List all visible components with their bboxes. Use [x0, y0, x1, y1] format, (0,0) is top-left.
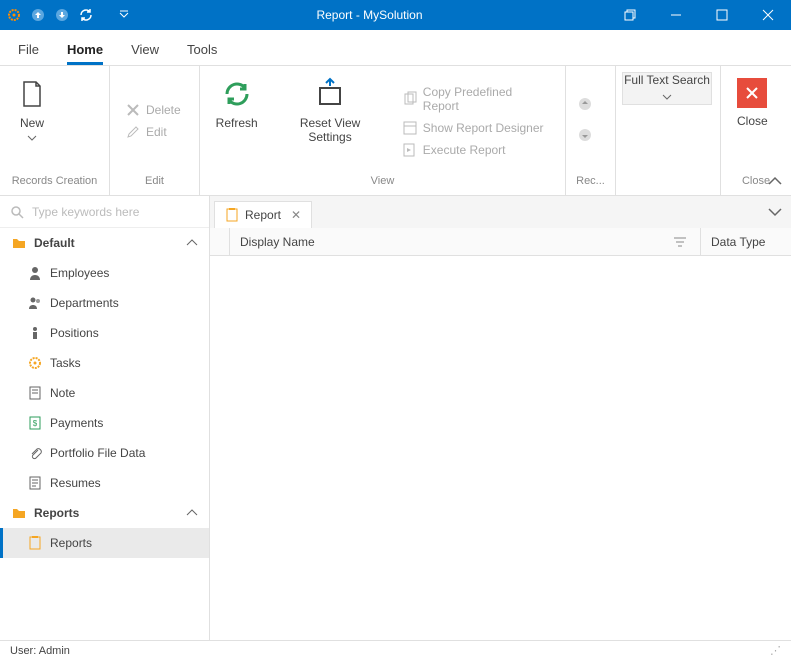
title-bar: Report - MySolution: [0, 0, 791, 30]
search-placeholder: Type keywords here: [32, 205, 139, 219]
menu-tools[interactable]: Tools: [187, 42, 217, 65]
menu-home[interactable]: Home: [67, 42, 103, 65]
copy-predefined-button[interactable]: Copy Predefined Report: [399, 83, 553, 115]
execute-icon: [403, 143, 417, 157]
up-arrow-icon[interactable]: [30, 7, 46, 23]
refresh-button[interactable]: Refresh: [206, 72, 267, 169]
designer-icon: [403, 121, 417, 135]
nav-group-default[interactable]: Default: [0, 228, 209, 258]
down-arrow-icon[interactable]: [54, 7, 70, 23]
records-creation-label: Records Creation: [0, 175, 109, 195]
window-controls: [607, 0, 791, 30]
people-icon: [28, 296, 42, 310]
nav-next-icon[interactable]: [578, 128, 592, 145]
qat-dropdown-icon[interactable]: [116, 7, 132, 23]
chevron-up-icon: [187, 240, 197, 246]
tab-strip: Report ✕: [210, 196, 791, 228]
person-icon: [28, 266, 42, 280]
report-icon: [28, 536, 42, 550]
reset-icon: [314, 78, 346, 110]
document-icon: [16, 78, 48, 110]
column-headers: Display Name Data Type: [210, 228, 791, 256]
pencil-icon: [126, 125, 140, 139]
refresh-icon[interactable]: [78, 7, 94, 23]
close-icon: [737, 78, 767, 108]
search-box[interactable]: Type keywords here: [0, 196, 209, 228]
nav-item-note[interactable]: Note: [0, 378, 209, 408]
report-icon: [225, 208, 239, 222]
document-icon: [28, 476, 42, 490]
nav-item-reports[interactable]: Reports: [0, 528, 209, 558]
folder-icon: [12, 506, 26, 520]
window-maximize-button[interactable]: [699, 0, 745, 30]
full-text-search-button[interactable]: Full Text Search: [622, 72, 712, 105]
attachment-icon: [28, 446, 42, 460]
menu-view[interactable]: View: [131, 42, 159, 65]
nav-item-departments[interactable]: Departments: [0, 288, 209, 318]
gear-icon[interactable]: [6, 7, 22, 23]
gear-icon: [28, 356, 42, 370]
ribbon: New Records Creation Delete Edit Edit Re…: [0, 66, 791, 196]
sidebar: Type keywords here Default Employees Dep…: [0, 196, 210, 640]
tab-report[interactable]: Report ✕: [214, 201, 312, 228]
search-icon: [10, 205, 24, 219]
chevron-up-icon: [187, 510, 197, 516]
folder-icon: [12, 236, 26, 250]
window-close-button[interactable]: [745, 0, 791, 30]
content-area: Report ✕ Display Name Data Type: [210, 196, 791, 640]
tab-close-icon[interactable]: ✕: [291, 208, 301, 222]
nav-item-payments[interactable]: $Payments: [0, 408, 209, 438]
reset-view-button[interactable]: Reset View Settings: [267, 72, 392, 169]
svg-text:$: $: [33, 419, 38, 428]
show-designer-button[interactable]: Show Report Designer: [399, 119, 553, 137]
new-label: New: [20, 116, 44, 130]
nav-item-employees[interactable]: Employees: [0, 258, 209, 288]
copy-icon: [403, 92, 417, 106]
tab-dropdown-icon[interactable]: [769, 204, 781, 218]
nav-item-portfolio[interactable]: Portfolio File Data: [0, 438, 209, 468]
collapse-ribbon-icon[interactable]: [769, 175, 781, 189]
edit-button[interactable]: Edit: [122, 123, 185, 141]
note-icon: [28, 386, 42, 400]
menu-file[interactable]: File: [18, 42, 39, 65]
nav-item-positions[interactable]: Positions: [0, 318, 209, 348]
position-icon: [28, 326, 42, 340]
nav-prev-icon[interactable]: [578, 97, 592, 114]
quick-access-toolbar: [0, 7, 132, 23]
menu-bar: File Home View Tools: [0, 30, 791, 66]
refresh-icon: [221, 78, 253, 110]
edit-group-label: Edit: [110, 175, 199, 195]
status-user: User: Admin: [10, 645, 70, 657]
status-bar: User: Admin ⋰: [0, 640, 791, 660]
delete-button[interactable]: Delete: [122, 101, 185, 119]
nav-item-resumes[interactable]: Resumes: [0, 468, 209, 498]
window-title: Report - MySolution: [132, 8, 607, 22]
column-display-name[interactable]: Display Name: [230, 228, 701, 255]
nav-group-reports[interactable]: Reports: [0, 498, 209, 528]
window-minimize-button[interactable]: [653, 0, 699, 30]
filter-icon[interactable]: [674, 237, 686, 247]
column-data-type[interactable]: Data Type: [701, 228, 791, 255]
rec-group-label: Rec...: [566, 175, 615, 195]
payment-icon: $: [28, 416, 42, 430]
new-button[interactable]: New: [6, 72, 58, 169]
grid-body: [210, 256, 791, 640]
close-button[interactable]: Close: [727, 72, 778, 169]
row-selector-header[interactable]: [210, 228, 230, 255]
x-icon: [126, 103, 140, 117]
execute-report-button[interactable]: Execute Report: [399, 141, 553, 159]
nav-item-tasks[interactable]: Tasks: [0, 348, 209, 378]
resize-grip-icon[interactable]: ⋰: [770, 644, 781, 657]
chevron-down-icon: [28, 136, 36, 141]
chevron-down-icon: [663, 95, 671, 100]
window-restore-down-icon[interactable]: [607, 0, 653, 30]
view-group-label: View: [200, 175, 565, 195]
